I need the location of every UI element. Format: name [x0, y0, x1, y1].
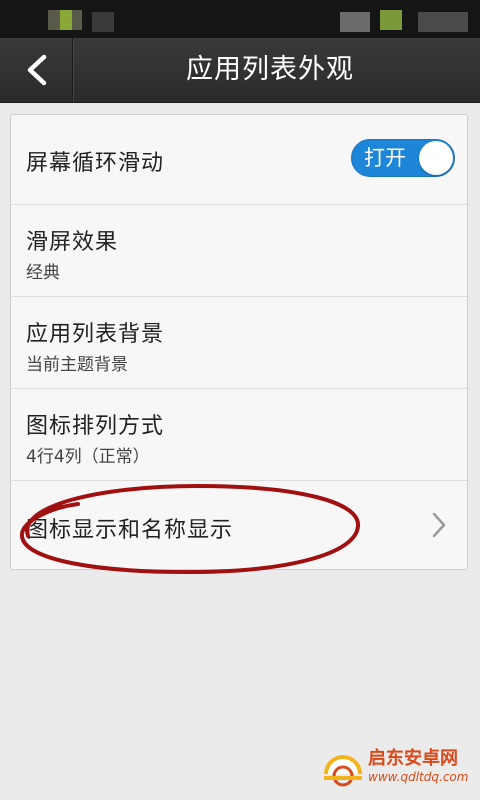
chevron-right-icon — [432, 512, 446, 538]
icon-arrangement-title: 图标排列方式 — [26, 414, 165, 439]
icon-name-display-title: 图标显示和名称显示 — [26, 518, 234, 543]
circular-scroll-toggle[interactable]: 打开 — [351, 139, 455, 177]
watermark-url: www.qdltdq.com — [368, 770, 469, 784]
watermark-logo-icon — [324, 755, 362, 787]
icon-arrangement-value: 4行4列（正常） — [26, 447, 150, 467]
status-block — [92, 12, 114, 32]
circular-scroll-title: 屏幕循环滑动 — [26, 151, 165, 176]
status-block — [418, 12, 468, 32]
chevron-left-icon — [27, 54, 47, 86]
list-background-value: 当前主题背景 — [26, 355, 128, 375]
status-block — [380, 10, 402, 30]
icon-arrangement-row[interactable]: 图标排列方式 4行4列（正常） — [11, 388, 467, 481]
status-block — [340, 12, 370, 32]
icon-name-display-row[interactable]: 图标显示和名称显示 — [11, 480, 467, 569]
page-title: 应用列表外观 — [186, 54, 354, 85]
list-background-title: 应用列表背景 — [26, 322, 165, 347]
toggle-knob — [419, 141, 453, 175]
list-background-row[interactable]: 应用列表背景 当前主题背景 — [11, 296, 467, 389]
scroll-effect-value: 经典 — [26, 263, 60, 283]
settings-list: 屏幕循环滑动 打开 滑屏效果 经典 应用列表背景 当前主题背景 图标排列方式 4… — [10, 114, 468, 570]
app-bar: 应用列表外观 — [0, 38, 480, 103]
scroll-effect-row[interactable]: 滑屏效果 经典 — [11, 204, 467, 297]
status-block — [60, 10, 72, 30]
toggle-label: 打开 — [364, 146, 406, 170]
back-button[interactable] — [0, 38, 73, 102]
watermark: 启东安卓网 www.qdltdq.com — [320, 740, 478, 796]
watermark-text: 启东安卓网 — [368, 748, 458, 769]
circular-scroll-row[interactable]: 屏幕循环滑动 打开 — [11, 115, 467, 205]
scroll-effect-title: 滑屏效果 — [26, 230, 119, 255]
status-bar — [0, 0, 480, 38]
